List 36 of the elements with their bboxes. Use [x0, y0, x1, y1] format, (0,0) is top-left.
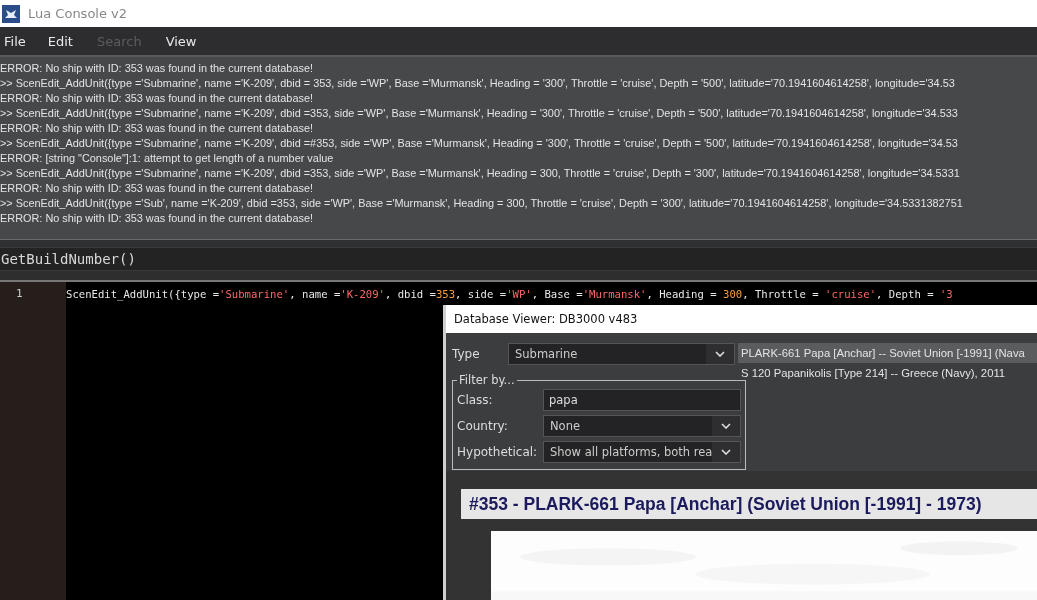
class-field[interactable]: papa: [543, 389, 742, 411]
splitter-bar[interactable]: [0, 239, 1037, 247]
menu-item[interactable]: Edit: [47, 33, 73, 49]
hypothetical-dropdown[interactable]: Show all platforms, both rea: [543, 441, 742, 463]
console-line: ERROR: No ship with ID: 353 was found in the current database!: [0, 181, 314, 196]
console-line: >> ScenEdit_AddUnit({type ='Submarine', name ='K-209', dbid =353, side ='WP', Base ='Murmansk', Heading = 300, Throttle = 'cruise', Depth = '300', latitude='70.1941604614258', longitude='34.5331: [0, 166, 961, 181]
code-line: ScenEdit_AddUnit({type ='Submarine', name ='K-209', dbid =353, side ='WP', Base ='Murmansk', Heading = 300, Throttle = 'cruise', Depth = '3: [66, 287, 954, 301]
console-line: ERROR: No ship with ID: 353 was found in the current database!: [0, 121, 314, 136]
chevron-icon: [715, 351, 725, 357]
hypothetical-label: Hypothetical:: [457, 445, 539, 459]
filter-title: Filter by...: [458, 373, 516, 387]
dialog-title: Database Viewer: DB3000 v483: [446, 305, 1037, 333]
chevron-icon: [721, 449, 732, 455]
country-dropdown[interactable]: None: [543, 415, 742, 437]
type-dropdown[interactable]: Submarine: [508, 343, 735, 365]
console-line: >> ScenEdit_AddUnit({type ='Submarine', name ='K-209', dbid =#353, side ='WP', Base ='Murmansk', Heading = '300', Throttle = 'cruise', Depth = '500', latitude='70.1941604614258', longitude='34.53: [0, 136, 959, 151]
menu-item[interactable]: File: [0, 33, 26, 49]
result-item[interactable]: S 120 Papanikolis [Type 214] -- Greece (Navy), 2011: [738, 363, 1037, 383]
unit-heading: #353 - PLARK-661 Papa [Anchar] (Soviet Union [-1991] - 1973): [461, 489, 1037, 519]
app-logo-icon: [2, 4, 20, 23]
console-line: ERROR: [string "Console"]:1: attempt to get length of a number value: [0, 151, 335, 166]
type-label: Type: [452, 347, 481, 361]
line-number: 1: [15, 287, 24, 301]
command-input[interactable]: GetBuildNumber(): [0, 247, 1037, 271]
console-line: ERROR: No ship with ID: 353 was found in the current database!: [0, 91, 314, 106]
console-line: ERROR: No ship with ID: 353 was found in the current database!: [0, 211, 314, 226]
menu-item[interactable]: View: [165, 33, 197, 49]
console-line: >> ScenEdit_AddUnit({type ='Sub', name ='K-209', dbid =353, side ='WP', Base ='Murmansk', Heading = 300, Throttle = 'cruise', Depth = '300', latitude='70.1941604614258', longitude='34.5331382751: [0, 196, 964, 211]
console-line: ERROR: No ship with ID: 353 was found in the current database!: [0, 61, 314, 76]
console-line: >> ScenEdit_AddUnit({type ='Submarine', name ='K-209', dbid = 353, side ='WP', Base ='Murmansk', Heading = '300', Throttle = 'cruise', Depth = '500', latitude='70.1941604614258', longitude='34.53: [0, 76, 956, 91]
result-item[interactable]: PLARK-661 Papa [Anchar] -- Soviet Union [-1991] (Nava: [738, 343, 1037, 363]
chevron-icon: [721, 423, 732, 429]
window-title: Lua Console v2: [28, 6, 128, 21]
country-label: Country:: [457, 419, 509, 433]
console-line: >> ScenEdit_AddUnit({type ='Submarine', name ='K-209', dbid =353, side ='WP', Base ='Murmansk', Heading = '300', Throttle = 'cruise', Depth = '500', latitude='70.1941604614258', longitude='34.533: [0, 106, 959, 121]
class-label: Class:: [457, 393, 494, 407]
